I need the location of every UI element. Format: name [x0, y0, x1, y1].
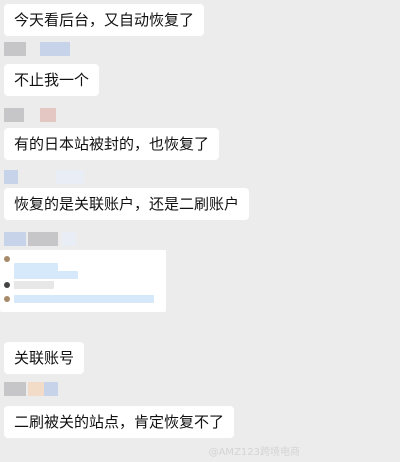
- bubble-4: 恢复的是关联账户，还是二刷账户: [4, 188, 250, 220]
- bubble-2: 不止我一个: [4, 64, 100, 96]
- shot-bubble: [14, 271, 78, 279]
- watermark: @AMZ123跨境电商: [208, 447, 300, 458]
- shot-bubble: [14, 263, 58, 271]
- blurred-name: [40, 42, 70, 56]
- blurred-avatar: [4, 42, 26, 56]
- shot-avatar: [4, 256, 10, 262]
- chat-screenshot-image: [0, 250, 166, 312]
- blurred-avatar: [4, 170, 18, 184]
- shot-bubble: [14, 295, 154, 303]
- blurred-avatar: [4, 108, 24, 122]
- bubble-5: 关联账号: [4, 342, 85, 374]
- shot-avatar: [4, 296, 10, 302]
- blurred-avatar: [4, 232, 26, 246]
- blurred-name: [28, 382, 44, 396]
- blurred-name: [40, 108, 56, 122]
- blurred-extra: [62, 232, 76, 246]
- bubble-1: 今天看后台，又自动恢复了: [4, 4, 205, 36]
- shot-avatar: [4, 282, 10, 288]
- bubble-6: 二刷被关的站点，肯定恢复不了: [4, 406, 235, 438]
- blurred-avatar: [4, 382, 26, 396]
- blurred-name: [56, 170, 84, 184]
- blurred-extra: [44, 382, 58, 396]
- blurred-name: [28, 232, 58, 246]
- shot-bubble: [14, 281, 54, 289]
- bubble-3: 有的日本站被封的，也恢复了: [4, 128, 220, 160]
